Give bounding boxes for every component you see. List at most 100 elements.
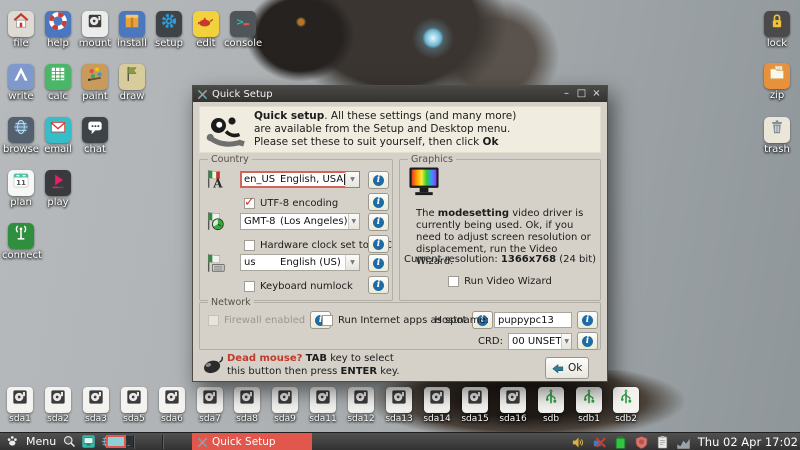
chevron-down-icon[interactable] <box>345 255 359 270</box>
dialog-header: Quick setup. All these settings (and man… <box>199 106 601 153</box>
desktop-icon-setup[interactable]: setup <box>150 8 188 49</box>
drive-icon <box>272 387 298 413</box>
desktop-icon-lock[interactable]: lock <box>758 8 796 49</box>
spot-checkbox[interactable] <box>322 314 333 326</box>
taskbar-clock: Thu 02 Apr 17:02 <box>697 435 798 449</box>
maximize-button[interactable]: □ <box>575 87 588 101</box>
hostname-input[interactable]: puppypc13 <box>494 312 572 328</box>
battery-icon[interactable] <box>613 435 628 450</box>
desktop-icon-play[interactable]: play <box>39 167 77 208</box>
info-icon <box>582 335 593 347</box>
dialog-titlebar[interactable]: Quick Setup – □ × <box>193 86 607 102</box>
desktop-icon-console[interactable]: > console <box>224 8 262 49</box>
chevron-down-icon[interactable] <box>347 214 359 229</box>
numlock-checkbox[interactable] <box>244 280 255 292</box>
drive-icon <box>348 387 374 413</box>
locale-info-button[interactable] <box>368 171 389 189</box>
locale-combo[interactable]: en_US English, USA <box>240 171 360 188</box>
cpu-graph-icon[interactable] <box>676 435 691 450</box>
timezone-info-button[interactable] <box>368 213 389 231</box>
desktop-icon-zip[interactable]: zip <box>758 60 796 101</box>
display-settings-icon[interactable] <box>81 434 96 449</box>
drive-icon-sda16[interactable]: sda16 <box>494 384 532 424</box>
firewall-checkbox[interactable] <box>208 314 219 326</box>
drive-icon <box>83 387 109 413</box>
terminal-icon: > <box>230 11 256 37</box>
drive-label: sda6 <box>161 414 183 424</box>
run-video-wizard-checkbox[interactable] <box>448 275 460 287</box>
keyboard-info-button[interactable] <box>368 254 389 272</box>
usb-icon <box>613 387 639 413</box>
crd-info-button[interactable] <box>577 332 598 350</box>
drive-icon-sda1[interactable]: sda1 <box>1 384 39 424</box>
desktop-icon-install[interactable]: install <box>113 8 151 49</box>
clipboard-icon[interactable] <box>655 435 670 450</box>
network-section: Network Firewall enabled Run Internet ap… <box>199 297 601 350</box>
drive-icon-sda12[interactable]: sda12 <box>342 384 380 424</box>
lifebuoy-icon <box>45 11 71 37</box>
desktop-icon-label: write <box>8 91 34 102</box>
drive-icon-sdb2[interactable]: sdb2 <box>607 384 645 424</box>
desktop-icon-trash[interactable]: trash <box>758 114 796 155</box>
drive-icon-sda5[interactable]: sda5 <box>115 384 153 424</box>
drive-label: sda1 <box>9 414 31 424</box>
desktop-icon-chat[interactable]: chat <box>76 114 114 155</box>
desktop-icon-calc[interactable]: calc <box>39 61 77 102</box>
desktop-icon-label: trash <box>764 144 790 155</box>
volume-icon[interactable] <box>571 435 586 450</box>
numlock-info-button[interactable] <box>368 276 389 294</box>
crd-select[interactable]: 00 UNSET <box>508 332 572 350</box>
utc-checkbox[interactable] <box>244 239 255 251</box>
utc-info-button[interactable] <box>368 235 389 253</box>
desktop-icon-edit[interactable]: edit <box>187 8 225 49</box>
drive-icon-sdb[interactable]: sdb <box>532 384 570 424</box>
desktop-icon-label: zip <box>769 90 785 101</box>
desktop-icon-plan[interactable]: 11 plan <box>2 167 40 208</box>
drive-label: sda15 <box>461 414 489 424</box>
desktop-icon-email[interactable]: email <box>39 114 77 155</box>
puppy-wrench-icon <box>206 112 246 148</box>
drive-icon-sda13[interactable]: sda13 <box>380 384 418 424</box>
chevron-down-icon[interactable] <box>345 172 359 187</box>
svg-text:>: > <box>236 17 244 28</box>
drive-icon-sda14[interactable]: sda14 <box>418 384 456 424</box>
drive-icon-sda7[interactable]: sda7 <box>191 384 229 424</box>
utf8-checkbox[interactable] <box>244 195 255 210</box>
taskbar-window-button[interactable]: Quick Setup <box>192 433 312 450</box>
utf8-info-button[interactable] <box>368 193 389 211</box>
desktop-icon-draw[interactable]: draw <box>113 61 151 102</box>
workspace-pager[interactable] <box>106 435 126 448</box>
drive-icon-sdb1[interactable]: sdb1 <box>570 384 608 424</box>
info-icon <box>373 216 384 228</box>
crd-label: CRD: <box>478 335 503 347</box>
minimize-button[interactable]: – <box>560 87 573 101</box>
desktop-icon-write[interactable]: write <box>2 61 40 102</box>
crd-row: CRD: 00 UNSET <box>478 332 598 350</box>
firewall-shield-icon[interactable] <box>634 435 649 450</box>
drive-icon-sda11[interactable]: sda11 <box>304 384 342 424</box>
desktop-icon-mount[interactable]: mount <box>76 8 114 49</box>
close-button[interactable]: × <box>590 87 603 101</box>
desktop-icon-help[interactable]: help <box>39 8 77 49</box>
menu-button[interactable]: Menu <box>0 433 60 450</box>
network-offline-icon[interactable] <box>592 435 607 450</box>
ok-button[interactable]: Ok <box>545 357 590 379</box>
drive-icon-sda8[interactable]: sda8 <box>228 384 266 424</box>
drive-icon-sda6[interactable]: sda6 <box>153 384 191 424</box>
desktop-icon-file[interactable]: file <box>2 8 40 49</box>
search-icon[interactable] <box>62 434 77 449</box>
desktop-icon-browse[interactable]: browse <box>2 114 40 155</box>
drive-label: sda14 <box>423 414 451 424</box>
antenna-icon <box>8 223 34 249</box>
drive-icon-sda15[interactable]: sda15 <box>456 384 494 424</box>
timezone-combo[interactable]: GMT-8 (Los Angeles) <box>240 213 360 230</box>
hostname-info-button[interactable] <box>577 311 598 329</box>
drive-icon-sda9[interactable]: sda9 <box>266 384 304 424</box>
keyboard-combo[interactable]: us English (US) <box>240 254 360 271</box>
drive-icon-sda3[interactable]: sda3 <box>77 384 115 424</box>
chevron-down-icon[interactable] <box>561 333 571 349</box>
drive-icon-sda2[interactable]: sda2 <box>39 384 77 424</box>
desktop-icon-connect[interactable]: connect <box>2 220 42 261</box>
desktop-icon-paint[interactable]: paint <box>76 61 114 102</box>
desktop-icon-label: browse <box>3 144 39 155</box>
